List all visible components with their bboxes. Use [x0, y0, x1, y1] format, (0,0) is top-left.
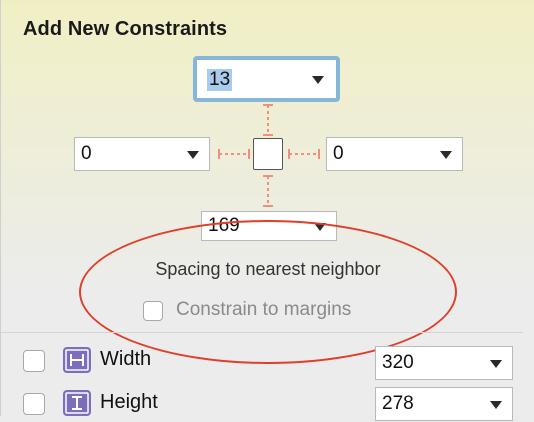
width-h-icon — [63, 347, 91, 373]
chevron-down-icon[interactable] — [312, 76, 324, 84]
right-strut-icon[interactable] — [287, 145, 321, 163]
height-value[interactable]: 278 — [382, 393, 414, 415]
width-value[interactable]: 320 — [382, 352, 414, 374]
chevron-down-icon[interactable] — [440, 151, 452, 159]
width-checkbox[interactable] — [23, 350, 45, 372]
right-spacing-combo[interactable]: 0 — [326, 137, 463, 171]
height-label: Height — [100, 391, 158, 413]
selected-view-box — [253, 138, 283, 170]
top-spacing-value[interactable]: 13 — [207, 69, 233, 91]
top-spacing-combo[interactable]: 13 — [193, 56, 340, 102]
right-spacing-value[interactable]: 0 — [333, 143, 344, 165]
add-constraints-panel: Add New Constraints 13 0 0 169 Spacing t… — [0, 0, 534, 421]
height-i-icon — [63, 390, 91, 416]
divider — [1, 332, 523, 333]
height-checkbox[interactable] — [23, 393, 45, 415]
panel-title: Add New Constraints — [23, 18, 228, 40]
left-strut-icon[interactable] — [217, 145, 251, 163]
chevron-down-icon[interactable] — [490, 401, 502, 409]
bottom-strut-icon[interactable] — [259, 174, 277, 208]
left-spacing-combo[interactable]: 0 — [74, 137, 210, 171]
chevron-down-icon[interactable] — [490, 360, 502, 368]
annotation-ellipse — [79, 220, 457, 364]
width-label: Width — [100, 348, 152, 370]
width-value-combo[interactable]: 320 — [375, 346, 513, 380]
left-spacing-value[interactable]: 0 — [81, 143, 92, 165]
chevron-down-icon[interactable] — [187, 151, 199, 159]
top-strut-icon[interactable] — [259, 103, 277, 137]
